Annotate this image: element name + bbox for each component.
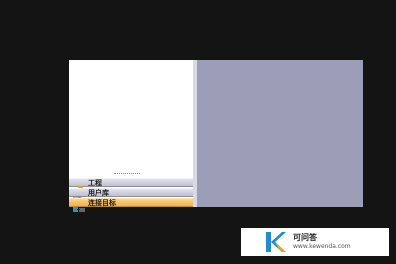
- project-icon: [73, 179, 85, 193]
- navigation-bar: 工程 用户库 连接目标: [69, 176, 193, 212]
- watermark-title: 可问答: [293, 233, 317, 242]
- nav-label-user-library: 用户库: [88, 188, 109, 197]
- watermark-url: www.kewenda.com: [293, 243, 351, 250]
- navigation-panel: 工程 用户库 连接目标: [69, 60, 193, 212]
- user-library-icon: [72, 189, 85, 203]
- k-logo-icon: [265, 230, 287, 254]
- nav-item-project[interactable]: 工程: [69, 178, 193, 193]
- watermark-badge: 可问答 www.kewenda.com: [241, 228, 389, 256]
- nav-label-connect-target: 连接目标: [88, 198, 116, 207]
- application-window: 工程 用户库 连接目标: [69, 60, 363, 212]
- nav-label-project: 工程: [88, 178, 102, 187]
- tree-view[interactable]: [69, 60, 193, 172]
- nav-item-user-library[interactable]: 用户库: [69, 188, 193, 203]
- nav-item-connect-target[interactable]: 连接目标: [69, 198, 193, 212]
- workspace-panel: [197, 60, 363, 207]
- connect-target-icon: [73, 199, 85, 212]
